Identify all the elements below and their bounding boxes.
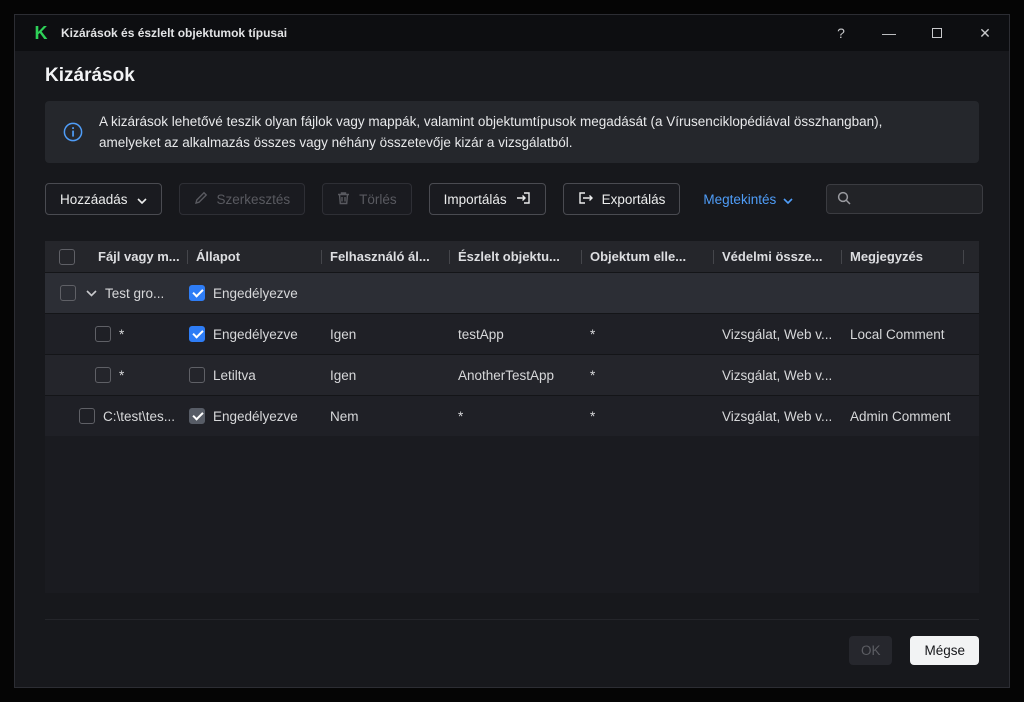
edit-button-label: Szerkesztés xyxy=(217,192,291,207)
pencil-icon xyxy=(194,191,208,208)
cell-object: * xyxy=(581,327,713,342)
add-button-label: Hozzáadás xyxy=(60,192,128,207)
toolbar: Hozzáadás Szerkesztés xyxy=(45,183,979,215)
export-button[interactable]: Exportálás xyxy=(563,183,681,215)
status-label: Engedélyezve xyxy=(213,409,298,424)
cell-detected: testApp xyxy=(449,327,581,342)
cell-comment: Admin Comment xyxy=(841,409,963,424)
kaspersky-logo-icon: K xyxy=(31,23,51,43)
cell-object: * xyxy=(581,368,713,383)
view-dropdown[interactable]: Megtekintés xyxy=(697,191,799,208)
chevron-down-icon[interactable] xyxy=(86,290,97,297)
table-row[interactable]: * Letiltva Igen AnotherTestApp * Vizsgál… xyxy=(45,354,979,395)
table-row[interactable]: * Engedélyezve Igen testApp * Vizsgálat,… xyxy=(45,313,979,354)
maximize-button[interactable] xyxy=(913,15,961,51)
trash-icon xyxy=(337,191,350,208)
column-header-status[interactable]: Állapot xyxy=(187,241,321,272)
cancel-button[interactable]: Mégse xyxy=(910,636,979,665)
import-icon xyxy=(516,191,531,208)
search-input[interactable] xyxy=(859,191,972,208)
status-checkbox[interactable] xyxy=(189,408,205,424)
column-header-object-check[interactable]: Objektum elle... xyxy=(581,241,713,272)
status-checkbox[interactable] xyxy=(189,285,205,301)
exclusions-dialog: K Kizárások és észlelt objektumok típusa… xyxy=(14,14,1010,688)
exclusion-name: * xyxy=(119,368,124,383)
row-checkbox[interactable] xyxy=(95,367,111,383)
ok-button[interactable]: OK xyxy=(849,636,893,665)
info-banner: A kizárások lehetővé teszik olyan fájlok… xyxy=(45,101,979,163)
exclusions-table: Fájl vagy m... Állapot Felhasználó ál...… xyxy=(45,241,979,593)
chevron-down-icon xyxy=(783,192,793,207)
column-header-user[interactable]: Felhasználó ál... xyxy=(321,241,449,272)
cell-user: Igen xyxy=(321,368,449,383)
row-checkbox[interactable] xyxy=(60,285,76,301)
info-banner-text: A kizárások lehetővé teszik olyan fájlok… xyxy=(99,111,944,153)
cell-object: * xyxy=(581,409,713,424)
cell-protection: Vizsgálat, Web v... xyxy=(713,409,841,424)
column-header-gutter xyxy=(963,241,979,272)
window-title: Kizárások és észlelt objektumok típusai xyxy=(61,26,287,40)
dialog-footer: OK Mégse xyxy=(45,619,979,665)
edit-button[interactable]: Szerkesztés xyxy=(179,183,306,215)
cell-user: Nem xyxy=(321,409,449,424)
column-header-comment[interactable]: Megjegyzés xyxy=(841,241,963,272)
delete-button[interactable]: Törlés xyxy=(322,183,412,215)
group-name: Test gro... xyxy=(105,286,164,301)
import-button[interactable]: Importálás xyxy=(429,183,546,215)
column-header-protection[interactable]: Védelmi össze... xyxy=(713,241,841,272)
select-all-checkbox[interactable] xyxy=(59,249,75,265)
column-header-detected-object[interactable]: Észlelt objektu... xyxy=(449,241,581,272)
cell-protection: Vizsgálat, Web v... xyxy=(713,368,841,383)
export-icon xyxy=(578,191,593,208)
exclusion-name: * xyxy=(119,327,124,342)
add-button[interactable]: Hozzáadás xyxy=(45,183,162,215)
status-label: Letiltva xyxy=(213,368,256,383)
table-row-group[interactable]: Test gro... Engedélyezve xyxy=(45,272,979,313)
cell-protection: Vizsgálat, Web v... xyxy=(713,327,841,342)
row-checkbox[interactable] xyxy=(95,326,111,342)
cell-detected: AnotherTestApp xyxy=(449,368,581,383)
view-dropdown-label: Megtekintés xyxy=(703,192,776,207)
minimize-button[interactable]: — xyxy=(865,15,913,51)
cell-detected: * xyxy=(449,409,581,424)
cell-user: Igen xyxy=(321,327,449,342)
column-header-file[interactable]: Fájl vagy m... xyxy=(89,241,187,272)
row-checkbox[interactable] xyxy=(79,408,95,424)
status-label: Engedélyezve xyxy=(213,327,298,342)
dialog-content: Kizárások A kizárások lehetővé teszik ol… xyxy=(15,51,1009,687)
status-checkbox[interactable] xyxy=(189,326,205,342)
table-row[interactable]: C:\test\tes... Engedélyezve Nem * * Vizs… xyxy=(45,395,979,436)
table-header-row: Fájl vagy m... Állapot Felhasználó ál...… xyxy=(45,241,979,272)
chevron-down-icon xyxy=(137,192,147,207)
page-title: Kizárások xyxy=(45,65,979,87)
export-button-label: Exportálás xyxy=(602,192,666,207)
search-box xyxy=(826,184,983,214)
close-button[interactable]: ✕ xyxy=(961,15,1009,51)
help-button[interactable]: ? xyxy=(817,15,865,51)
window-controls: ? — ✕ xyxy=(817,15,1009,51)
select-all-cell xyxy=(45,249,89,265)
status-checkbox[interactable] xyxy=(189,367,205,383)
info-icon xyxy=(63,122,83,142)
cell-comment: Local Comment xyxy=(841,327,963,342)
titlebar[interactable]: K Kizárások és észlelt objektumok típusa… xyxy=(15,15,1009,51)
status-label: Engedélyezve xyxy=(213,286,298,301)
search-icon xyxy=(837,191,851,208)
import-button-label: Importálás xyxy=(444,192,507,207)
maximize-icon xyxy=(932,28,942,38)
delete-button-label: Törlés xyxy=(359,192,397,207)
exclusion-name: C:\test\tes... xyxy=(103,409,175,424)
